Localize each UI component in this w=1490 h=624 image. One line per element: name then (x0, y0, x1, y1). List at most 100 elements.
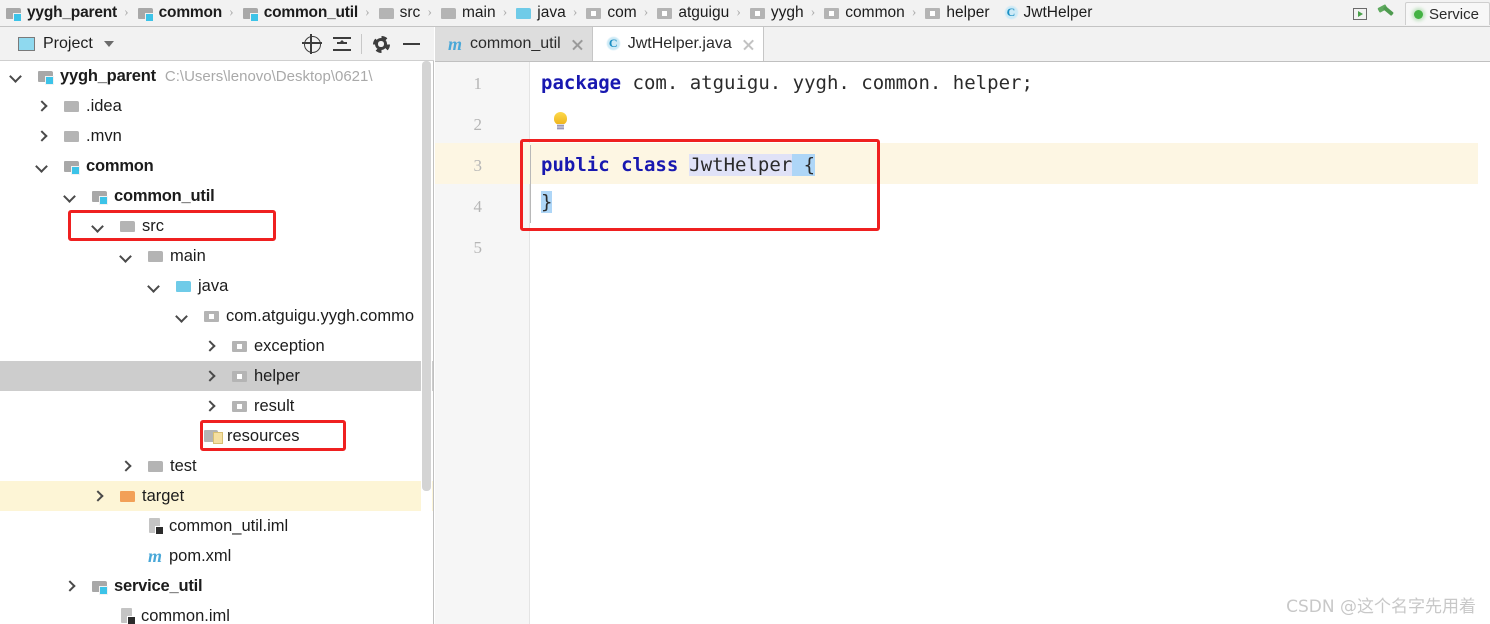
tree-item-result[interactable]: result (0, 391, 433, 421)
project-tree[interactable]: yygh_parent C:\Users\lenovo\Desktop\0621… (0, 61, 433, 624)
tree-item-service_util[interactable]: service_util (0, 571, 433, 601)
open-brace: { (792, 154, 816, 176)
tree-item-mvn[interactable]: .mvn (0, 121, 433, 151)
project-panel-title: Project (43, 34, 93, 52)
lightbulb-icon[interactable] (553, 112, 568, 131)
breadcrumb-item-helper[interactable]: helper (921, 0, 991, 26)
locate-file-button[interactable] (297, 27, 327, 61)
editor-tab-bar: m common_util JwtHelper.java (435, 27, 1490, 62)
chevron-right-icon[interactable] (62, 579, 76, 593)
editor-tab-label: common_util (470, 35, 561, 52)
resources-folder-icon (204, 429, 223, 444)
project-panel-header: Project (0, 27, 434, 61)
chevron-right-icon[interactable] (90, 489, 104, 503)
chevron-right-icon[interactable] (202, 339, 216, 353)
breadcrumb-separator: › (502, 5, 508, 20)
editor-scrollbar[interactable] (1478, 62, 1490, 624)
breadcrumb-item-common[interactable]: common (134, 0, 224, 26)
breadcrumb-separator: › (736, 5, 741, 20)
breadcrumb-label: helper (946, 4, 990, 21)
keyword-public-class: public class (541, 154, 679, 176)
chevron-right-icon[interactable] (34, 129, 48, 143)
package-icon (232, 340, 248, 353)
breadcrumb-item-common_util[interactable]: common_util (239, 0, 360, 26)
editor-tab-JwtHelper[interactable]: JwtHelper.java (592, 27, 764, 61)
code-line-1: package com. atguigu. yygh. common. help… (541, 72, 1033, 94)
tree-item-exception[interactable]: exception (0, 331, 433, 361)
breadcrumb-item-atguigu[interactable]: atguigu (653, 0, 731, 26)
breadcrumb-item-com[interactable]: com (582, 0, 638, 26)
breadcrumb-item-src[interactable]: src (375, 0, 423, 26)
collapse-all-button[interactable] (327, 27, 357, 61)
tree-item-common[interactable]: common (0, 151, 433, 181)
tree-item-label: exception (254, 336, 325, 355)
breadcrumb-navbar: yygh_parent › common › common_util › src… (0, 0, 1490, 27)
editor-gutter[interactable]: 1 2 3 4 5 (435, 62, 530, 624)
breadcrumb-item-main[interactable]: main (437, 0, 498, 26)
module-icon (92, 580, 108, 595)
java-class-icon (605, 35, 621, 52)
chevron-down-icon[interactable] (146, 279, 160, 293)
tree-item-test[interactable]: test (0, 451, 433, 481)
breadcrumb-item-yygh[interactable]: yygh (746, 0, 806, 26)
maven-file-icon: m (448, 34, 463, 54)
build-button[interactable] (1373, 0, 1399, 26)
tree-item-common-iml[interactable]: common.iml (0, 601, 433, 624)
tree-item-common_util[interactable]: common_util (0, 181, 433, 211)
breadcrumb-separator: › (364, 5, 370, 20)
folder-icon (440, 7, 457, 20)
tree-item-helper[interactable]: helper (0, 361, 433, 391)
tree-item-target[interactable]: target (0, 481, 433, 511)
code-editor-surface[interactable]: package com. atguigu. yygh. common. help… (520, 62, 1490, 624)
module-icon (92, 190, 108, 205)
hide-panel-button[interactable] (396, 27, 426, 61)
breadcrumb-item-JwtHelper[interactable]: JwtHelper (1000, 0, 1095, 26)
tree-item-src[interactable]: src (0, 211, 433, 241)
chevron-down-icon[interactable] (103, 40, 114, 47)
tree-item-label: pom.xml (169, 546, 232, 565)
chevron-right-icon[interactable] (202, 369, 216, 383)
tree-item-java[interactable]: java (0, 271, 433, 301)
chevron-down-icon[interactable] (62, 189, 76, 203)
chevron-right-icon[interactable] (202, 399, 216, 413)
module-icon (242, 7, 259, 22)
source-folder-icon (176, 280, 192, 293)
maven-file-icon: m (148, 546, 163, 566)
tree-item-label: common (86, 156, 154, 175)
breadcrumb-item-yygh_parent[interactable]: yygh_parent (0, 0, 119, 26)
tree-item-main[interactable]: main (0, 241, 433, 271)
tree-item-label: src (142, 216, 164, 235)
line-number: 3 (473, 156, 483, 175)
project-panel-title-group[interactable]: Project (18, 35, 114, 53)
run-button[interactable] (1347, 0, 1373, 26)
breadcrumb-item-java[interactable]: java (512, 0, 567, 26)
tree-item-yygh_parent[interactable]: yygh_parent C:\Users\lenovo\Desktop\0621… (0, 61, 433, 91)
chevron-down-icon[interactable] (174, 309, 188, 323)
tree-item-label: target (142, 486, 185, 505)
chevron-right-icon[interactable] (34, 99, 48, 113)
tree-item-idea[interactable]: .idea (0, 91, 433, 121)
scrollbar-thumb[interactable] (422, 61, 431, 491)
breadcrumb-label: java (537, 4, 566, 21)
chevron-down-icon[interactable] (90, 219, 104, 233)
package-icon (925, 7, 941, 20)
tree-item-pom-xml[interactable]: m pom.xml (0, 541, 433, 571)
breadcrumb-item-common-package[interactable]: common (820, 0, 906, 26)
panel-settings-button[interactable] (366, 27, 396, 61)
close-icon[interactable] (742, 38, 755, 51)
editor-tab-common_util[interactable]: m common_util (435, 27, 593, 61)
tree-item-package-root[interactable]: com.atguigu.yygh.commo (0, 301, 433, 331)
chevron-down-icon[interactable] (8, 69, 22, 83)
tree-item-common_util-iml[interactable]: common_util.iml (0, 511, 433, 541)
tree-item-label: yygh_parent (60, 66, 156, 85)
folder-icon (378, 7, 395, 20)
chevron-right-icon[interactable] (118, 459, 132, 473)
project-panel-scrollbar[interactable] (421, 61, 432, 624)
services-tool-window-tab[interactable]: Service (1404, 2, 1490, 25)
tree-item-label: helper (254, 366, 300, 385)
tree-item-resources[interactable]: resources (0, 421, 433, 451)
chevron-down-icon[interactable] (34, 159, 48, 173)
close-icon[interactable] (571, 38, 584, 51)
folder-icon (120, 220, 136, 233)
chevron-down-icon[interactable] (118, 249, 132, 263)
